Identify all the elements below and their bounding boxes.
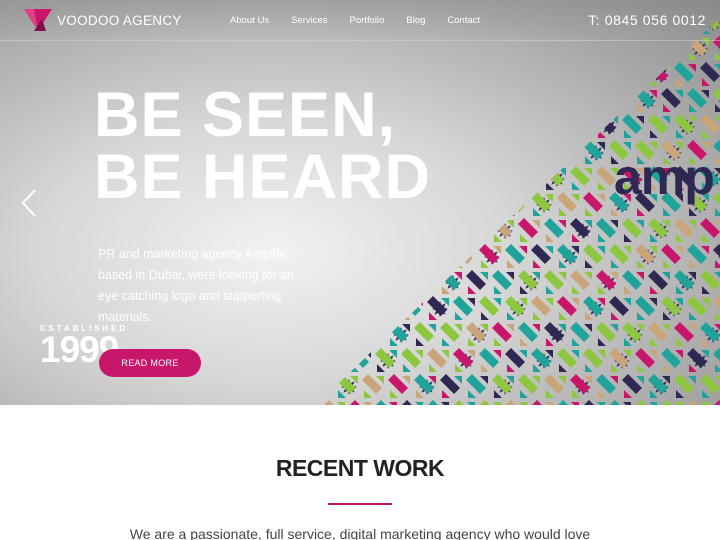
voodoo-triangle-logo-icon: [24, 9, 52, 31]
recent-work-intro: We are a passionate, full service, digit…: [129, 526, 591, 540]
title-divider: [328, 503, 392, 505]
headline-line-2: BE HEARD: [94, 142, 432, 212]
brand-name: VOODOO AGENCY: [57, 12, 182, 28]
recent-work-title: RECENT WORK: [275, 455, 445, 481]
nav-item-portfolio[interactable]: Portfolio: [350, 15, 385, 26]
read-more-button[interactable]: READ MORE: [99, 349, 201, 377]
hero-description: PR and marketing agency Amplify, based i…: [98, 247, 294, 324]
top-navigation: VOODOO AGENCY About Us Services Portfoli…: [0, 0, 720, 41]
headline-line-1: BE SEEN,: [94, 80, 397, 150]
hero-headline: BE SEEN, BE HEARD: [94, 80, 432, 212]
chevron-left-icon[interactable]: [20, 188, 38, 218]
phone-number[interactable]: T: 0845 056 0012: [588, 12, 706, 28]
nav-item-contact[interactable]: Contact: [447, 15, 480, 26]
client-logo-text: amp: [614, 149, 715, 205]
nav-item-about-us[interactable]: About Us: [230, 15, 269, 26]
brand-logo[interactable]: VOODOO AGENCY: [24, 9, 182, 31]
nav-item-blog[interactable]: Blog: [406, 15, 425, 26]
hero-slider: amp BE SEEN, BE HEARD PR and marketing a…: [0, 0, 720, 405]
nav-item-services[interactable]: Services: [291, 15, 327, 26]
main-menu: About Us Services Portfolio Blog Contact: [230, 15, 502, 26]
